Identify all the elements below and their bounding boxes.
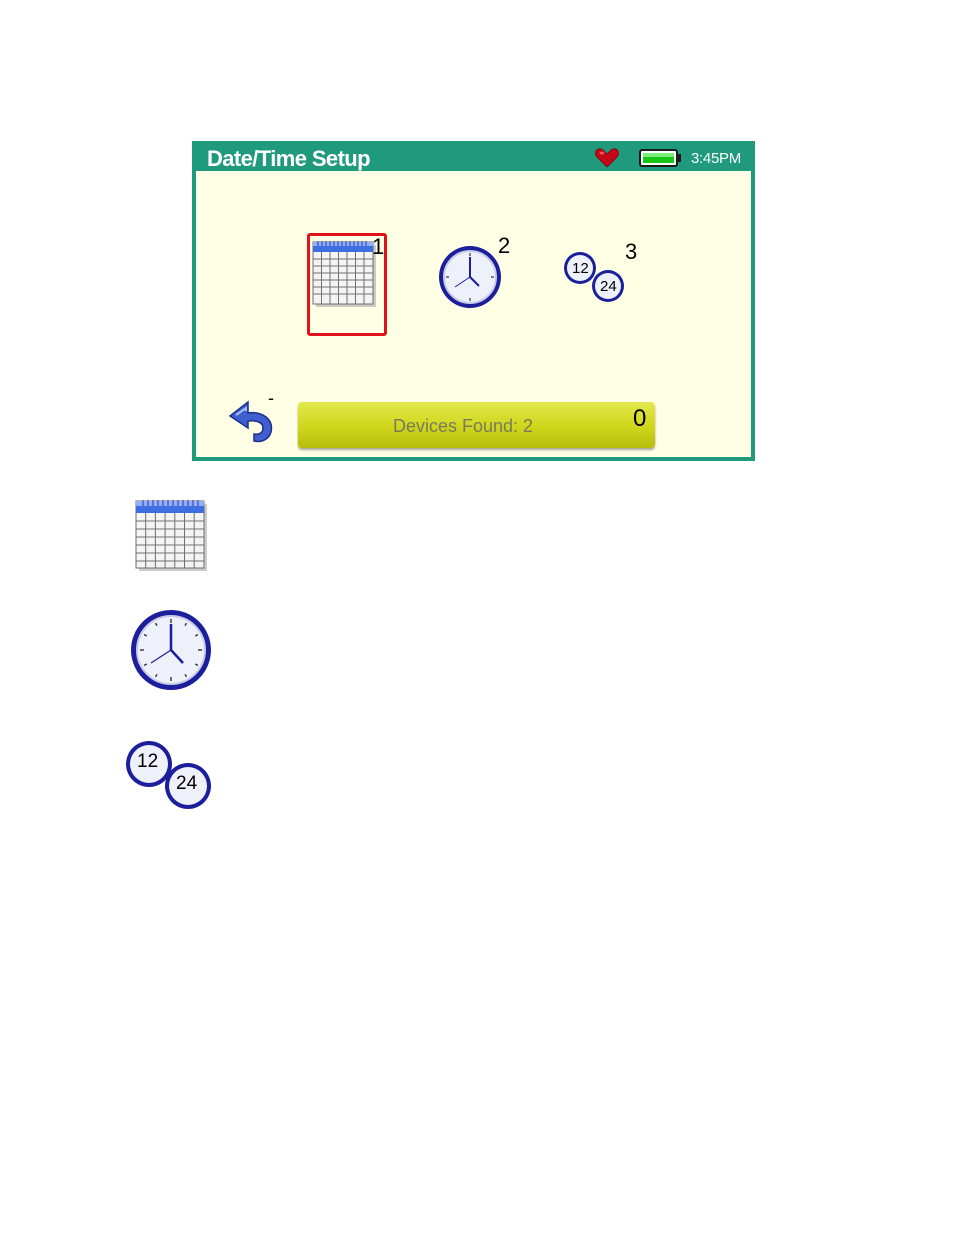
back-hint: - bbox=[268, 388, 274, 408]
24-hour-label: 24 bbox=[600, 278, 617, 295]
option-number: 3 bbox=[625, 239, 638, 264]
option-number: 1 bbox=[372, 234, 385, 259]
back-button[interactable]: - bbox=[226, 389, 280, 445]
option-number: 2 bbox=[498, 233, 511, 258]
title-bar: Date/Time Setup 3:45PM bbox=[196, 145, 751, 171]
clock-icon bbox=[439, 246, 501, 308]
12-hour-label: 12 bbox=[572, 260, 589, 277]
status-time: 3:45PM bbox=[691, 150, 741, 167]
12-hour-label: 12 bbox=[137, 751, 159, 772]
12-24-format-legend: 12 24 bbox=[125, 740, 215, 812]
heart-icon bbox=[595, 148, 619, 168]
calendar-icon bbox=[135, 500, 207, 571]
devices-found-label: Devices Found: 2 bbox=[393, 416, 534, 436]
clock-icon bbox=[131, 610, 211, 690]
time-option[interactable]: 2 bbox=[436, 235, 516, 315]
12-24-format-option[interactable]: 12 24 3 bbox=[563, 235, 653, 305]
device-screen: Date/Time Setup 3:45PM 1 2 12 24 3 - Dev… bbox=[192, 141, 755, 461]
calendar-icon bbox=[312, 241, 376, 307]
page-title: Date/Time Setup bbox=[207, 146, 371, 171]
devices-count: 0 bbox=[633, 405, 647, 432]
date-option[interactable]: 1 bbox=[307, 232, 392, 342]
devices-found-bar[interactable]: Devices Found: 2 0 bbox=[298, 402, 655, 448]
battery-icon bbox=[639, 149, 681, 167]
24-hour-label: 24 bbox=[176, 773, 198, 794]
